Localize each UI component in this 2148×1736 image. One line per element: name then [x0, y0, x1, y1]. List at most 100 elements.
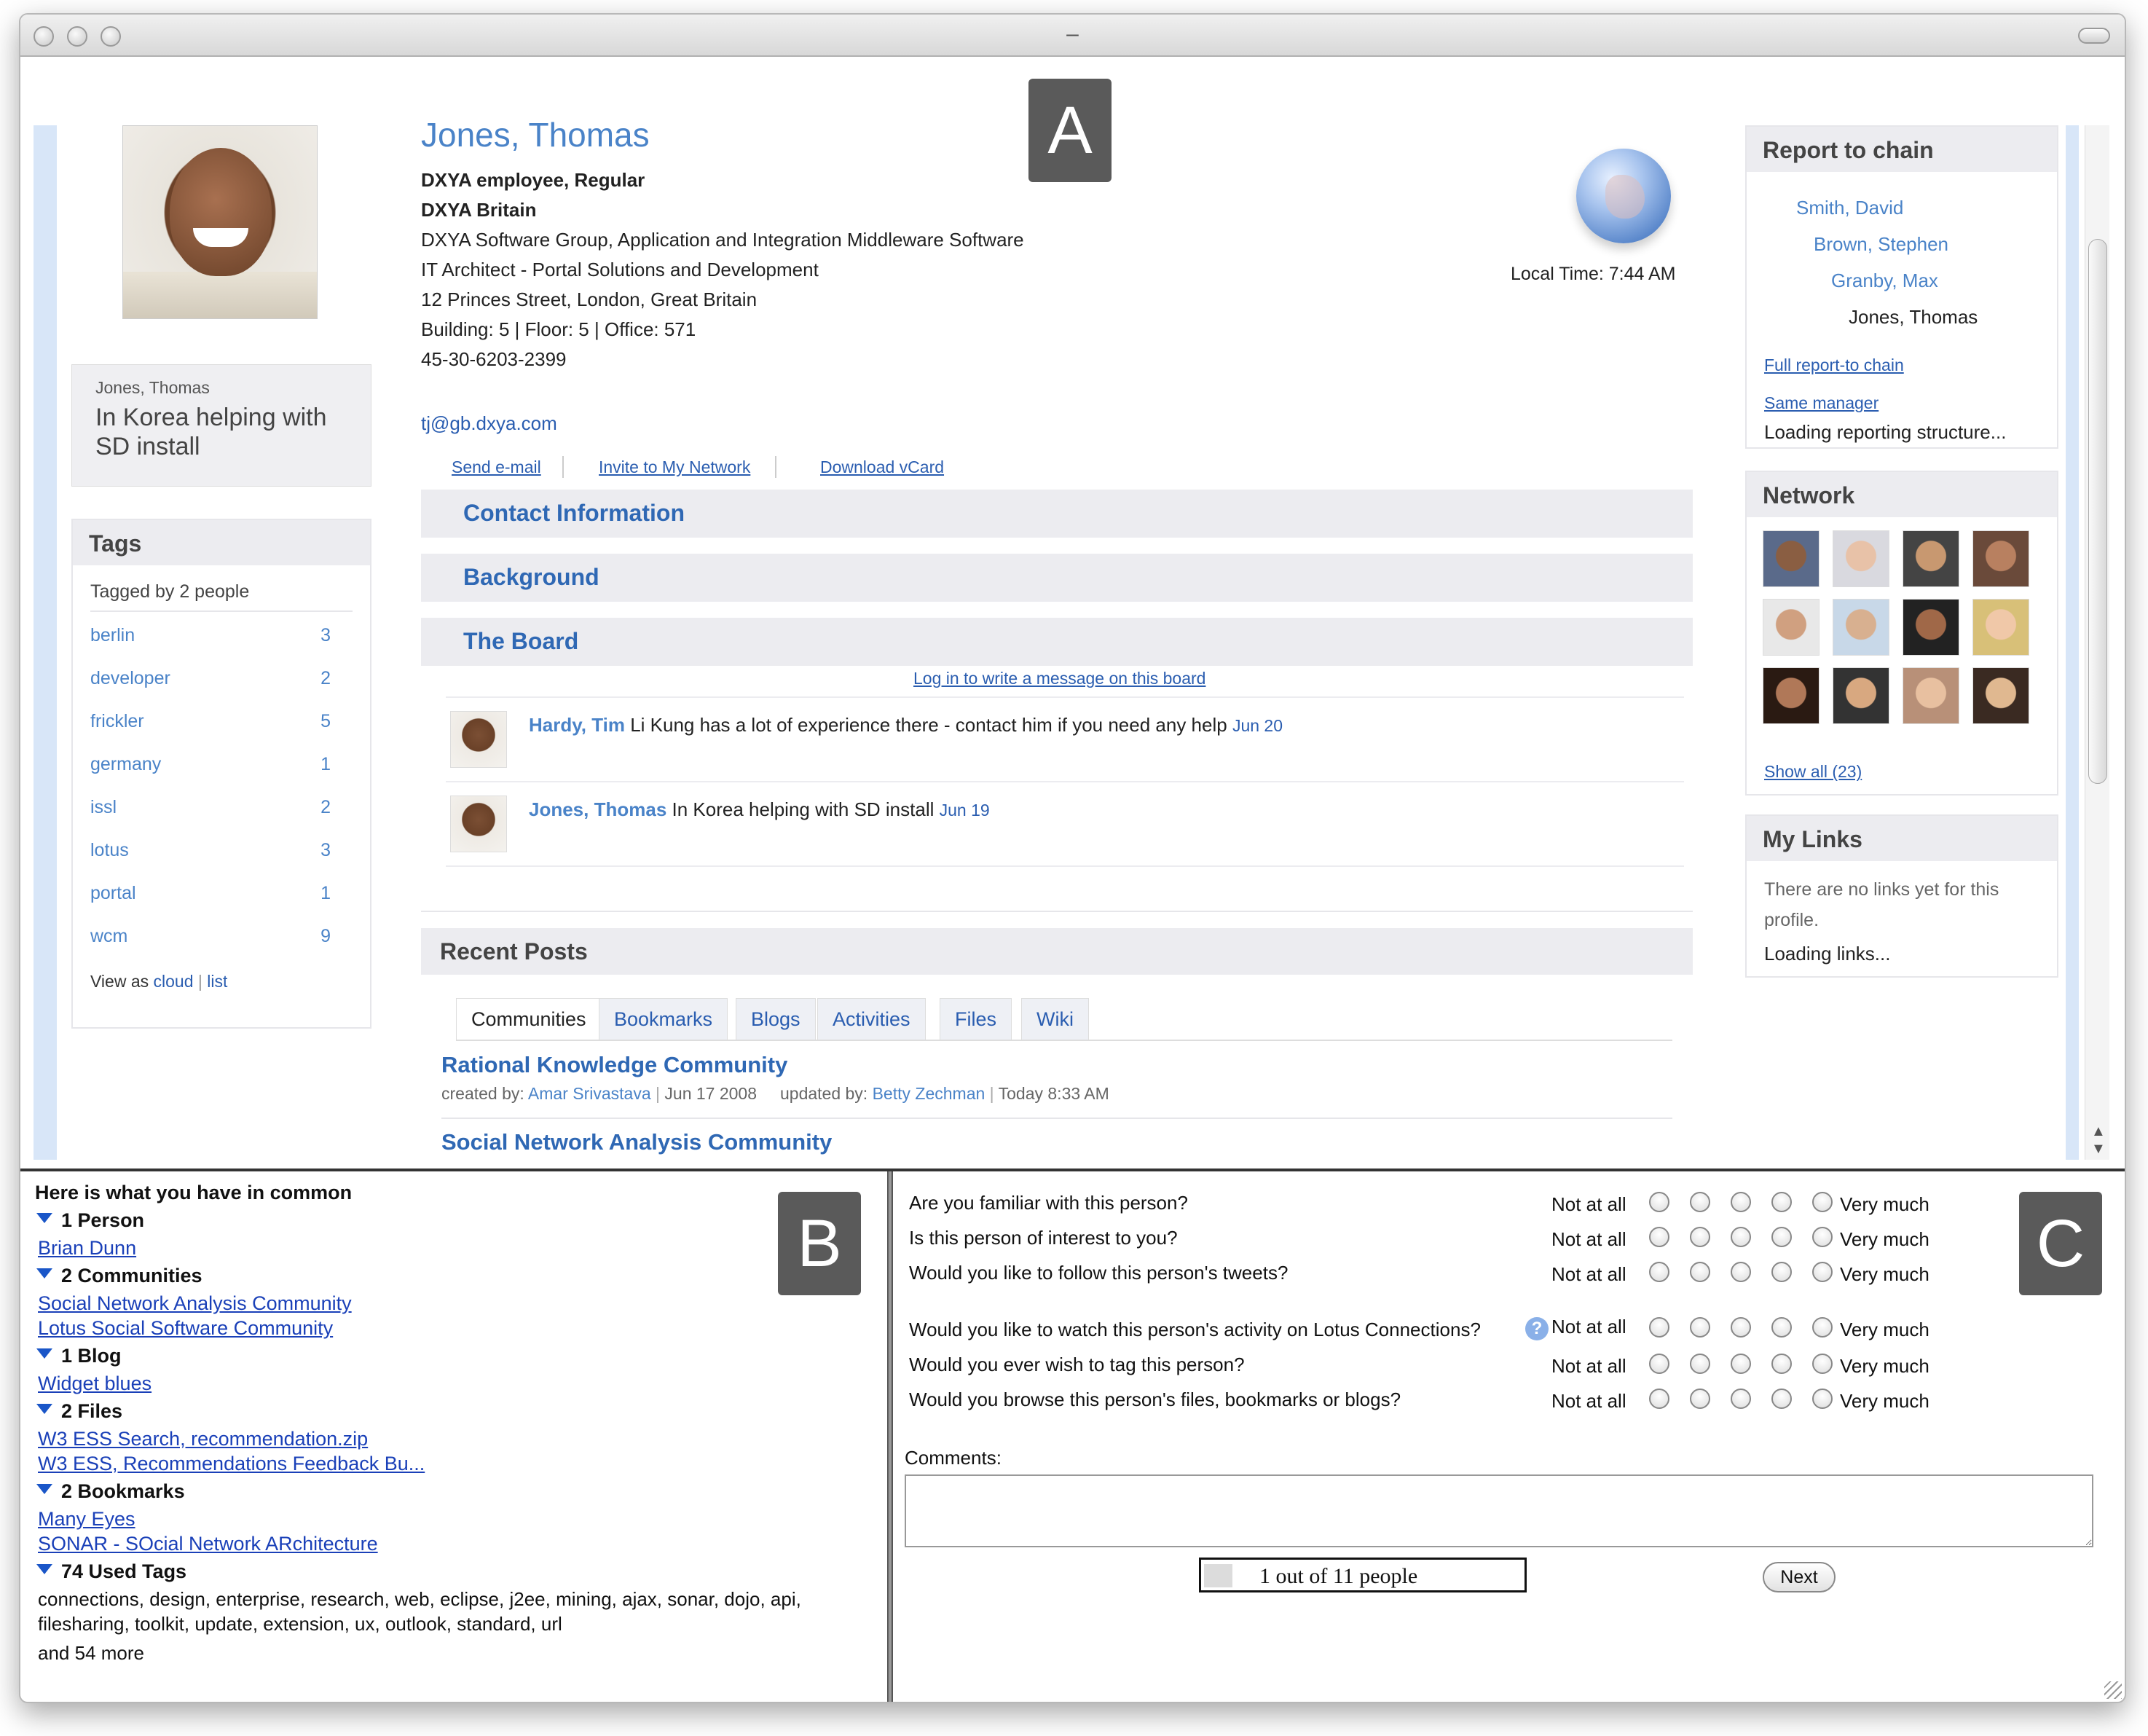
group-heading[interactable]: 74 Used Tags: [36, 1560, 186, 1583]
group-heading[interactable]: 2 Bookmarks: [36, 1480, 185, 1503]
network-avatar[interactable]: [1763, 530, 1819, 587]
scrollbar[interactable]: ▲ ▼: [2085, 125, 2109, 1160]
rating-radio[interactable]: [1771, 1389, 1792, 1409]
tag-item[interactable]: wcm 9: [90, 926, 353, 947]
view-cloud-link[interactable]: cloud: [154, 972, 194, 991]
rating-radio[interactable]: [1731, 1192, 1751, 1212]
network-avatar[interactable]: [1972, 530, 2029, 587]
expand-triangle-icon[interactable]: [36, 1484, 52, 1494]
scroll-thumb[interactable]: [2088, 239, 2107, 784]
tag-item[interactable]: frickler 5: [90, 711, 353, 732]
creator-link[interactable]: Amar Srivastava: [528, 1084, 651, 1103]
group-heading[interactable]: 2 Communities: [36, 1265, 202, 1287]
rating-radio[interactable]: [1690, 1389, 1710, 1409]
download-vcard-link[interactable]: Download vCard: [820, 457, 944, 477]
expand-triangle-icon[interactable]: [36, 1348, 52, 1359]
post-title-link[interactable]: Rational Knowledge Community: [441, 1052, 787, 1078]
group-heading[interactable]: 1 Person: [36, 1209, 144, 1232]
profile-name[interactable]: Jones, Thomas: [421, 115, 650, 154]
tab-wiki[interactable]: Wiki: [1021, 998, 1089, 1040]
rating-radio[interactable]: [1812, 1317, 1833, 1338]
network-avatar[interactable]: [1972, 599, 2029, 656]
tag-item[interactable]: issl 2: [90, 797, 353, 818]
full-report-chain-link[interactable]: Full report-to chain: [1764, 356, 1904, 375]
group-heading[interactable]: 2 Files: [36, 1400, 122, 1423]
network-avatar[interactable]: [1763, 667, 1819, 724]
rating-radio[interactable]: [1812, 1192, 1833, 1212]
network-avatar[interactable]: [1903, 530, 1959, 587]
rating-radio[interactable]: [1690, 1192, 1710, 1212]
rating-radio[interactable]: [1690, 1227, 1710, 1247]
tab-communities[interactable]: Communities: [456, 998, 602, 1040]
toolbar-toggle-button[interactable]: [2078, 28, 2110, 44]
tab-bookmarks[interactable]: Bookmarks: [599, 998, 728, 1040]
common-item-link[interactable]: SONAR - SOcial Network ARchitecture: [38, 1533, 378, 1555]
common-item-link[interactable]: Brian Dunn: [38, 1237, 136, 1260]
expand-triangle-icon[interactable]: [36, 1564, 52, 1574]
background-section[interactable]: Background: [421, 554, 1693, 602]
rating-radio[interactable]: [1690, 1354, 1710, 1374]
scroll-up-icon[interactable]: ▲: [2091, 1123, 2106, 1140]
email-link[interactable]: tj@gb.dxya.com: [421, 412, 557, 435]
rating-radio[interactable]: [1649, 1227, 1669, 1247]
board-section[interactable]: The Board: [421, 618, 1693, 666]
rating-radio[interactable]: [1812, 1227, 1833, 1247]
network-avatar[interactable]: [1833, 599, 1889, 656]
tag-item[interactable]: berlin 3: [90, 625, 353, 646]
chain-person-link[interactable]: Smith, David: [1796, 197, 1903, 219]
rating-radio[interactable]: [1771, 1262, 1792, 1282]
help-icon[interactable]: ?: [1525, 1317, 1549, 1340]
board-author-link[interactable]: Hardy, Tim: [529, 714, 625, 736]
post-title-link[interactable]: Social Network Analysis Community: [441, 1129, 832, 1155]
network-avatar[interactable]: [1833, 530, 1889, 587]
rating-radio[interactable]: [1771, 1354, 1792, 1374]
board-author-link[interactable]: Jones, Thomas: [529, 798, 666, 820]
avatar[interactable]: [450, 711, 507, 768]
scroll-down-icon[interactable]: ▼: [2091, 1141, 2106, 1158]
tag-item[interactable]: lotus 3: [90, 840, 353, 861]
chain-person-link[interactable]: Brown, Stephen: [1814, 233, 1948, 256]
same-manager-link[interactable]: Same manager: [1764, 393, 1878, 413]
rating-radio[interactable]: [1771, 1192, 1792, 1212]
common-item-link[interactable]: Lotus Social Software Community: [38, 1317, 333, 1340]
view-list-link[interactable]: list: [207, 972, 227, 991]
rating-radio[interactable]: [1731, 1317, 1751, 1338]
network-avatar[interactable]: [1903, 667, 1959, 724]
chain-person-link[interactable]: Granby, Max: [1831, 270, 1938, 292]
rating-radio[interactable]: [1690, 1262, 1710, 1282]
rating-radio[interactable]: [1812, 1354, 1833, 1374]
common-item-link[interactable]: Social Network Analysis Community: [38, 1292, 352, 1315]
network-avatar[interactable]: [1903, 599, 1959, 656]
rating-radio[interactable]: [1690, 1317, 1710, 1338]
rating-radio[interactable]: [1731, 1354, 1751, 1374]
contact-info-section[interactable]: Contact Information: [421, 490, 1693, 538]
common-item-link[interactable]: W3 ESS Search, recommendation.zip: [38, 1428, 368, 1450]
comments-field[interactable]: [905, 1474, 2093, 1547]
expand-triangle-icon[interactable]: [36, 1268, 52, 1279]
expand-triangle-icon[interactable]: [36, 1404, 52, 1414]
board-login-link[interactable]: Log in to write a message on this board: [913, 669, 1205, 688]
rating-radio[interactable]: [1649, 1354, 1669, 1374]
updater-link[interactable]: Betty Zechman: [873, 1084, 986, 1103]
rating-radio[interactable]: [1731, 1227, 1751, 1247]
group-heading[interactable]: 1 Blog: [36, 1345, 122, 1367]
rating-radio[interactable]: [1731, 1389, 1751, 1409]
tag-item[interactable]: germany 1: [90, 754, 353, 775]
tag-item[interactable]: portal 1: [90, 883, 353, 904]
panel-splitter[interactable]: [887, 1171, 893, 1702]
tag-item[interactable]: developer 2: [90, 668, 353, 689]
rating-radio[interactable]: [1649, 1317, 1669, 1338]
network-avatar[interactable]: [1972, 667, 2029, 724]
common-item-link[interactable]: Widget blues: [38, 1372, 152, 1395]
expand-triangle-icon[interactable]: [36, 1213, 52, 1223]
invite-network-link[interactable]: Invite to My Network: [599, 457, 750, 477]
common-item-link[interactable]: Many Eyes: [38, 1508, 135, 1531]
rating-radio[interactable]: [1649, 1192, 1669, 1212]
tab-files[interactable]: Files: [940, 998, 1012, 1040]
common-item-link[interactable]: W3 ESS, Recommendations Feedback Bu...: [38, 1453, 425, 1475]
next-button[interactable]: Next: [1763, 1562, 1836, 1592]
rating-radio[interactable]: [1771, 1227, 1792, 1247]
resize-grip-icon[interactable]: [2104, 1681, 2122, 1699]
avatar[interactable]: [450, 796, 507, 852]
rating-radio[interactable]: [1649, 1262, 1669, 1282]
